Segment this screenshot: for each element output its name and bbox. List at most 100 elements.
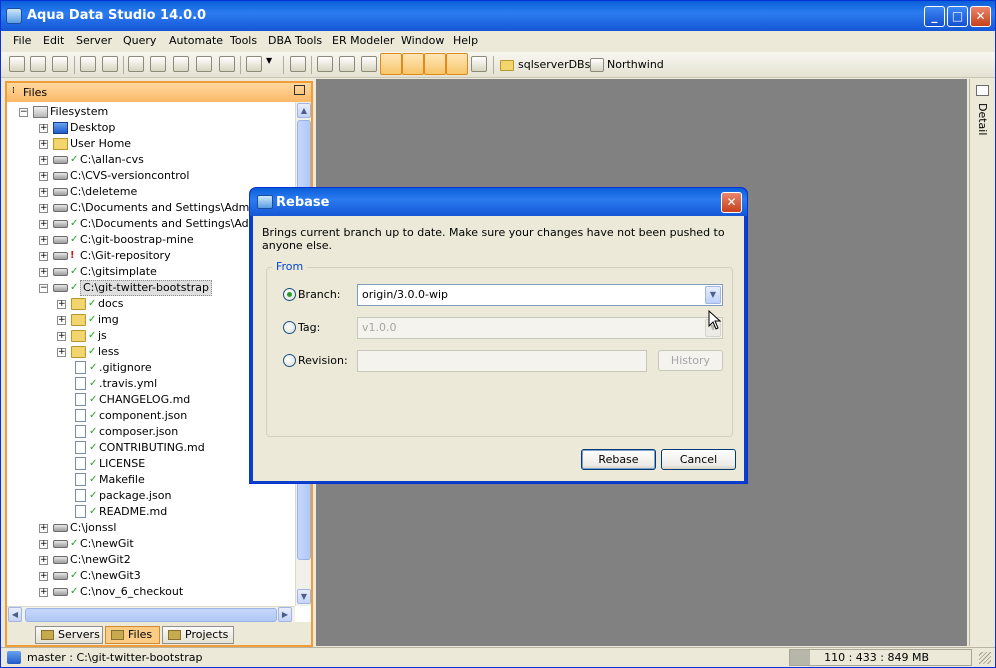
table-editor-icon[interactable] <box>196 56 212 72</box>
expand-icon[interactable]: + <box>39 220 48 229</box>
horizontal-scroll-thumb[interactable] <box>25 608 277 622</box>
expand-icon[interactable]: + <box>39 172 48 181</box>
grid-icon-2[interactable] <box>339 56 355 72</box>
resize-grip-icon[interactable] <box>979 652 991 664</box>
tree-node[interactable]: + C:\CVS-versioncontrol <box>7 168 295 184</box>
revision-input[interactable] <box>357 350 647 372</box>
expand-icon[interactable]: + <box>39 124 48 133</box>
expand-icon[interactable]: + <box>39 268 48 277</box>
dialog-close-button[interactable]: ✕ <box>721 192 742 213</box>
horizontal-scrollbar[interactable]: ◀ ▶ <box>7 606 295 622</box>
revision-radio[interactable] <box>283 354 296 367</box>
history-button[interactable]: History <box>658 350 723 371</box>
tree-node[interactable]: + ✓ C:\newGit3 <box>7 568 295 584</box>
collapse-icon[interactable]: − <box>39 284 48 293</box>
menu-er-modeler[interactable]: ER Modeler <box>332 34 394 47</box>
expand-icon[interactable]: + <box>57 348 66 357</box>
scroll-right-icon[interactable]: ▶ <box>278 607 292 622</box>
query-analyzer-icon[interactable] <box>150 56 166 72</box>
tab-files[interactable]: Files <box>105 626 160 644</box>
print-icon[interactable] <box>290 56 306 72</box>
tree-node[interactable]: + Desktop <box>7 120 295 136</box>
collapse-icon[interactable]: − <box>19 108 28 117</box>
tree-node[interactable]: + User Home <box>7 136 295 152</box>
tree-node[interactable]: ✓ package.json <box>7 488 295 504</box>
expand-icon[interactable]: + <box>57 332 66 341</box>
menu-edit[interactable]: Edit <box>43 34 64 47</box>
scroll-up-icon[interactable]: ▲ <box>297 103 311 118</box>
tree-node[interactable]: + ✓ C:\allan-cvs <box>7 152 295 168</box>
grid-icon-1[interactable] <box>317 56 333 72</box>
grid-icon-7[interactable] <box>446 53 468 75</box>
title-bar[interactable]: Aqua Data Studio 14.0.0 _ □ ✕ <box>1 1 995 31</box>
expand-icon[interactable]: + <box>39 556 48 565</box>
menu-server[interactable]: Server <box>76 34 112 47</box>
minimize-button[interactable]: _ <box>924 6 945 27</box>
tab-projects[interactable]: Projects <box>162 626 234 644</box>
branch-select[interactable]: origin/3.0.0-wip ▼ <box>357 284 723 306</box>
expand-icon[interactable]: + <box>39 588 48 597</box>
server-group-link[interactable]: sqlserverDBs <box>518 58 590 71</box>
menu-dba-tools[interactable]: DBA Tools <box>268 34 322 47</box>
expand-icon[interactable]: + <box>39 524 48 533</box>
compare-icon[interactable] <box>246 56 262 72</box>
pin-icon[interactable]: ⁞ <box>12 86 15 96</box>
expand-icon[interactable]: + <box>39 188 48 197</box>
detail-label[interactable]: Detail <box>976 103 989 135</box>
expand-icon[interactable]: + <box>39 156 48 165</box>
tree-node[interactable]: ✓ README.md <box>7 504 295 520</box>
new-server-icon[interactable] <box>9 56 25 72</box>
query-window-icon[interactable] <box>128 56 144 72</box>
tree-node[interactable]: + ✓ C:\nov_6_checkout <box>7 584 295 600</box>
rebase-button[interactable]: Rebase <box>581 449 656 470</box>
expand-icon[interactable]: + <box>57 316 66 325</box>
grid-icon-4[interactable] <box>380 53 402 75</box>
restore-panel-icon[interactable] <box>294 85 305 95</box>
delete-server-icon[interactable] <box>30 56 46 72</box>
dropdown-arrow-icon[interactable]: ▼ <box>266 56 282 72</box>
expand-icon[interactable]: + <box>39 252 48 261</box>
tree-node[interactable]: − Filesystem <box>7 104 295 120</box>
detail-icon <box>976 85 989 96</box>
expand-icon[interactable]: + <box>39 540 48 549</box>
scroll-down-icon[interactable]: ▼ <box>297 589 311 604</box>
tool-icon-1[interactable] <box>80 56 96 72</box>
branch-radio[interactable] <box>283 288 296 301</box>
chart-icon[interactable] <box>471 56 487 72</box>
tree-node[interactable]: + C:\newGit2 <box>7 552 295 568</box>
menu-window[interactable]: Window <box>401 34 444 47</box>
close-button[interactable]: ✕ <box>970 6 991 27</box>
menu-file[interactable]: File <box>13 34 31 47</box>
tool-icon-2[interactable] <box>102 56 118 72</box>
expand-icon[interactable]: + <box>57 300 66 309</box>
chevron-down-icon[interactable]: ▼ <box>705 286 721 304</box>
menu-query[interactable]: Query <box>123 34 156 47</box>
database-link[interactable]: Northwind <box>607 58 664 71</box>
rebase-dialog: Rebase ✕ Brings current branch up to dat… <box>249 187 748 484</box>
expand-icon[interactable]: + <box>39 204 48 213</box>
dialog-title-bar[interactable]: Rebase ✕ <box>250 188 747 216</box>
memory-indicator[interactable]: 110 : 433 : 849 MB <box>789 649 972 666</box>
procedure-icon[interactable] <box>219 56 235 72</box>
menu-tools[interactable]: Tools <box>230 34 257 47</box>
menu-help[interactable]: Help <box>453 34 478 47</box>
grid-icon-5[interactable] <box>402 53 424 75</box>
detail-sidebar[interactable]: Detail <box>969 79 995 646</box>
grid-icon-6[interactable] <box>424 53 446 75</box>
status-ok-icon: ✓ <box>88 298 97 309</box>
tree-node[interactable]: + ✓ C:\newGit <box>7 536 295 552</box>
cancel-button[interactable]: Cancel <box>661 449 736 470</box>
expand-icon[interactable]: + <box>39 140 48 149</box>
tree-node[interactable]: + C:\jonssl <box>7 520 295 536</box>
tab-servers[interactable]: Servers <box>35 626 103 644</box>
menu-automate[interactable]: Automate <box>169 34 223 47</box>
expand-icon[interactable]: + <box>39 236 48 245</box>
maximize-button[interactable]: □ <box>947 6 968 27</box>
query-builder-icon[interactable] <box>173 56 189 72</box>
tag-select[interactable]: v1.0.0 ▼ <box>357 317 723 339</box>
scroll-left-icon[interactable]: ◀ <box>8 607 22 622</box>
grid-icon-3[interactable] <box>361 56 377 72</box>
tag-radio[interactable] <box>283 321 296 334</box>
expand-icon[interactable]: + <box>39 572 48 581</box>
connect-icon[interactable] <box>52 56 68 72</box>
